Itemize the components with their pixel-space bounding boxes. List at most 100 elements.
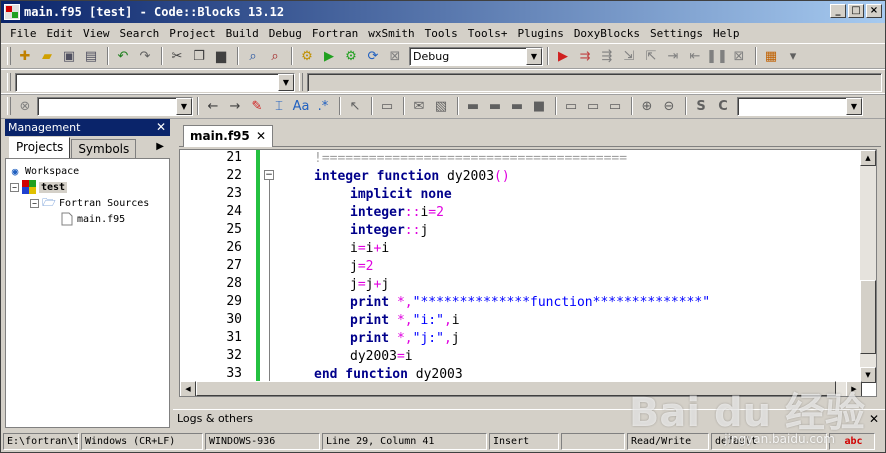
- tree-item-main-f95[interactable]: main.f95: [8, 211, 167, 227]
- block-icon-1[interactable]: ▬: [463, 96, 483, 116]
- envelope-icon[interactable]: ✉: [409, 96, 429, 116]
- toolbar-grip[interactable]: [7, 73, 11, 91]
- match-case-icon[interactable]: Aa: [291, 96, 311, 116]
- collapse-icon[interactable]: −: [30, 198, 39, 208]
- block-icon-4[interactable]: ■: [529, 96, 549, 116]
- menu-build[interactable]: Build: [221, 27, 264, 40]
- debug-icon[interactable]: ▶: [553, 46, 573, 66]
- close-icon[interactable]: ✕: [869, 410, 879, 428]
- stop-debug-icon[interactable]: ⊠: [729, 46, 749, 66]
- scroll-up-icon[interactable]: ▲: [860, 150, 876, 166]
- scope-select[interactable]: ▼: [15, 72, 295, 92]
- symbol-s-icon[interactable]: S: [691, 96, 711, 116]
- collapse-icon[interactable]: −: [10, 182, 19, 192]
- toolbar-grip[interactable]: [7, 97, 11, 115]
- menu-help[interactable]: Help: [708, 27, 745, 40]
- doc-edit-icon[interactable]: ▧: [431, 96, 451, 116]
- highlight-icon[interactable]: ✎: [247, 96, 267, 116]
- break-icon[interactable]: ❚❚: [706, 46, 728, 66]
- find-icon[interactable]: ⌕: [243, 46, 263, 66]
- menu-file[interactable]: File: [5, 27, 42, 40]
- tree-item-workspace[interactable]: ◉ Workspace: [8, 163, 167, 179]
- close-button[interactable]: ×: [866, 4, 882, 18]
- chevron-down-icon[interactable]: ▼: [846, 97, 862, 115]
- vertical-scrollbar[interactable]: ▲ ▼: [860, 150, 876, 383]
- pointer-icon[interactable]: ↖: [345, 96, 365, 116]
- clear-search-icon[interactable]: ⊗: [15, 96, 35, 116]
- tree-item-fortran-sources[interactable]: − 🗁 Fortran Sources: [8, 195, 167, 211]
- search-combo[interactable]: ▼: [37, 96, 193, 116]
- tab-scroll-right-icon[interactable]: ▶: [156, 141, 164, 152]
- close-icon[interactable]: ✕: [256, 126, 266, 147]
- maximize-button[interactable]: □: [848, 4, 864, 18]
- block-icon-2[interactable]: ▬: [485, 96, 505, 116]
- regex-icon[interactable]: .*: [313, 96, 333, 116]
- paste-icon[interactable]: ▆: [211, 46, 231, 66]
- close-icon[interactable]: ✕: [156, 119, 166, 136]
- menu-view[interactable]: View: [78, 27, 115, 40]
- run-icon[interactable]: ▶: [319, 46, 339, 66]
- chevron-down-icon[interactable]: ▼: [526, 47, 542, 65]
- select-text-icon[interactable]: ⌶: [269, 96, 289, 116]
- debug-windows-icon[interactable]: ▦: [761, 46, 781, 66]
- menu-fortran[interactable]: Fortran: [307, 27, 363, 40]
- zoom-out-icon[interactable]: ⊖: [659, 96, 679, 116]
- save-icon[interactable]: ▣: [59, 46, 79, 66]
- toggle-comment-icon[interactable]: ▭: [377, 96, 397, 116]
- arrow-right-icon[interactable]: →: [225, 96, 245, 116]
- menu-tools-plus[interactable]: Tools+: [463, 27, 513, 40]
- frame-icon-1[interactable]: ▭: [561, 96, 581, 116]
- fold-collapse-icon[interactable]: −: [264, 170, 274, 180]
- frame-icon-2[interactable]: ▭: [583, 96, 603, 116]
- zoom-in-icon[interactable]: ⊕: [637, 96, 657, 116]
- build-target-select[interactable]: Debug ▼: [409, 46, 543, 66]
- info-icon[interactable]: ▾: [783, 46, 803, 66]
- frame-icon-3[interactable]: ▭: [605, 96, 625, 116]
- tab-main-f95[interactable]: main.f95 ✕: [183, 125, 273, 147]
- undo-icon[interactable]: ↶: [113, 46, 133, 66]
- horizontal-scrollbar[interactable]: ◀ ▶: [180, 381, 862, 396]
- step-out-icon[interactable]: ⇱: [641, 46, 661, 66]
- minimize-button[interactable]: _: [830, 4, 846, 18]
- vertical-scroll-thumb[interactable]: [860, 280, 876, 354]
- menu-doxyblocks[interactable]: DoxyBlocks: [569, 27, 645, 40]
- step-into-icon[interactable]: ⇲: [619, 46, 639, 66]
- menu-search[interactable]: Search: [115, 27, 165, 40]
- scroll-left-icon[interactable]: ◀: [180, 381, 196, 396]
- menu-debug[interactable]: Debug: [264, 27, 307, 40]
- copy-icon[interactable]: ❐: [189, 46, 209, 66]
- symbol-c-icon[interactable]: C: [713, 96, 733, 116]
- block-icon-3[interactable]: ▬: [507, 96, 527, 116]
- function-select[interactable]: [307, 72, 882, 92]
- rebuild-icon[interactable]: ⟳: [363, 46, 383, 66]
- logs-panel-header[interactable]: Logs & others ✕: [173, 409, 885, 428]
- menu-wxsmith[interactable]: wxSmith: [363, 27, 419, 40]
- redo-icon[interactable]: ↷: [135, 46, 155, 66]
- tab-projects[interactable]: Projects: [9, 137, 71, 158]
- scroll-right-icon[interactable]: ▶: [846, 381, 862, 396]
- spellcheck-icon[interactable]: abc: [829, 433, 875, 450]
- replace-icon[interactable]: ⌕: [265, 46, 285, 66]
- scroll-down-icon[interactable]: ▼: [860, 367, 876, 383]
- menu-tools[interactable]: Tools: [420, 27, 463, 40]
- next-instruction-icon[interactable]: ⇥: [663, 46, 683, 66]
- chevron-down-icon[interactable]: ▼: [278, 73, 294, 91]
- menu-edit[interactable]: Edit: [42, 27, 79, 40]
- abort-icon[interactable]: ⊠: [385, 46, 405, 66]
- chevron-down-icon[interactable]: ▼: [176, 97, 192, 115]
- cut-icon[interactable]: ✂: [167, 46, 187, 66]
- menu-project[interactable]: Project: [164, 27, 220, 40]
- build-run-icon[interactable]: ⚙: [341, 46, 361, 66]
- thread-search-combo[interactable]: ▼: [737, 96, 863, 116]
- run-to-cursor-icon[interactable]: ⇉: [575, 46, 595, 66]
- toolbar-grip[interactable]: [7, 47, 11, 65]
- open-icon[interactable]: ▰: [37, 46, 57, 66]
- next-line-icon[interactable]: ⇶: [597, 46, 617, 66]
- new-file-icon[interactable]: ✚: [15, 46, 35, 66]
- menu-settings[interactable]: Settings: [645, 27, 708, 40]
- build-icon[interactable]: ⚙: [297, 46, 317, 66]
- tree-item-project[interactable]: − test: [8, 179, 167, 195]
- horizontal-scroll-thumb[interactable]: [196, 381, 836, 396]
- tab-symbols[interactable]: Symbols: [71, 139, 137, 158]
- title-bar[interactable]: main.f95 [test] - Code::Blocks 13.12 _ □…: [1, 1, 885, 23]
